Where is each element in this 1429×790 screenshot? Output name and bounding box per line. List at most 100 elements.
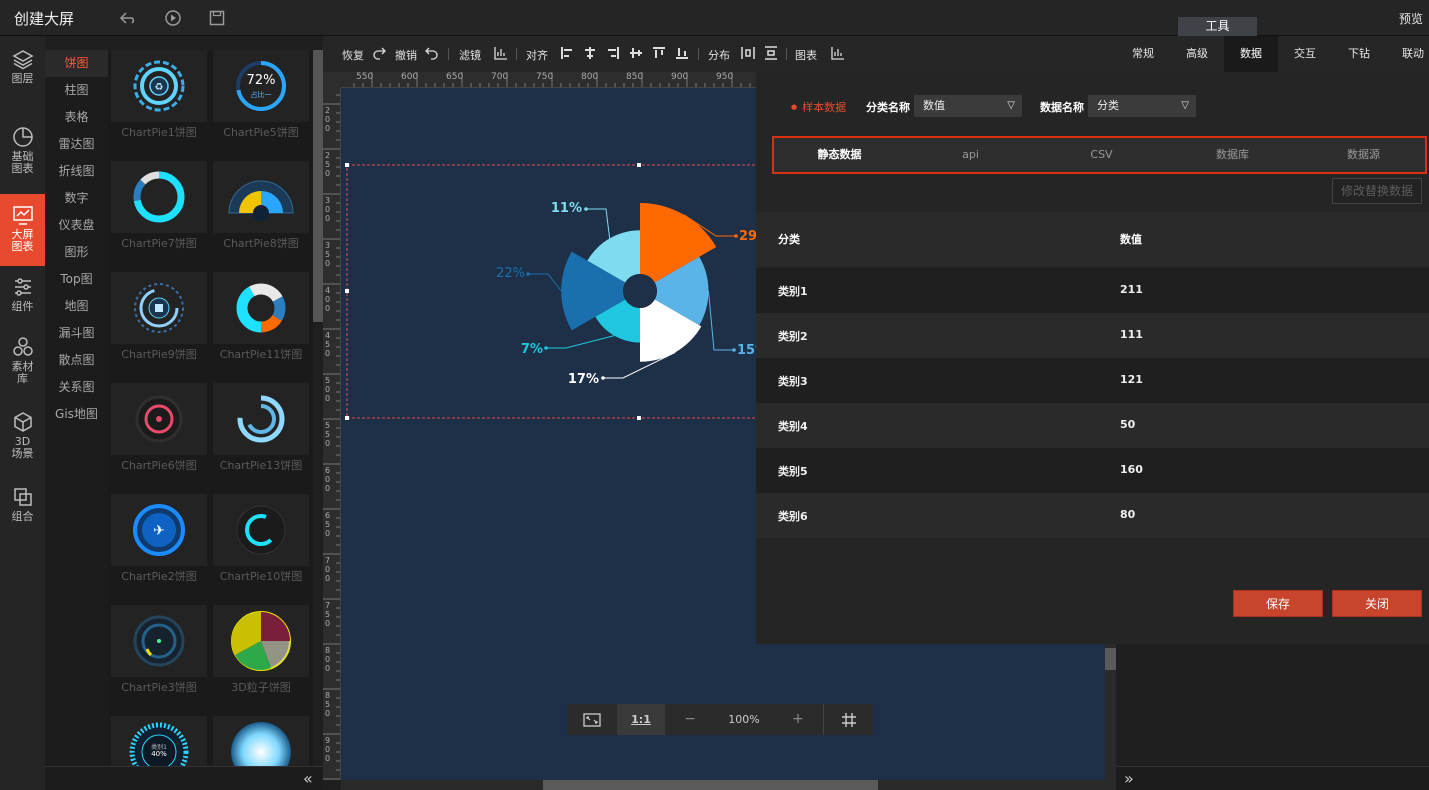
gallery-item[interactable]: ChartPie13饼图 [213,383,309,477]
row-value[interactable]: 160 [1120,463,1143,476]
align-button[interactable]: 对齐 [526,47,548,63]
filter-button[interactable]: 滤镜 [459,47,481,63]
row-value[interactable]: 50 [1120,418,1135,431]
gallery-scrollbar[interactable] [313,50,323,322]
tab-csv[interactable]: CSV [1036,138,1167,172]
chart-settings-icon[interactable] [831,46,845,60]
nav-layers[interactable]: 图层 [0,48,45,98]
nav-group[interactable]: 组合 [0,486,45,531]
back-icon[interactable] [118,8,138,28]
align-left-icon[interactable] [560,46,574,60]
category-name-select[interactable]: 数值 ▽ [914,95,1022,117]
category-gis-map[interactable]: Gis地图 [45,401,108,428]
gallery-item[interactable] [213,716,309,766]
category-shape[interactable]: 图形 [45,239,108,266]
gallery-item[interactable]: 72% 占比一 ChartPie5饼图 [213,50,309,144]
align-right-icon[interactable] [606,46,620,60]
undo-button[interactable]: 撤销 [395,47,417,63]
gallery-item[interactable]: ChartPie7饼图 [111,161,207,255]
nav-components[interactable]: 组件 [0,276,45,321]
selection-handle[interactable] [345,416,349,420]
gallery-item[interactable]: ChartPie8饼图 [213,161,309,255]
tab-datasource[interactable]: 数据源 [1298,138,1429,172]
chart-button[interactable]: 图表 [795,47,817,63]
category-map[interactable]: 地图 [45,293,108,320]
zoom-out-button[interactable]: − [665,704,715,735]
data-name-select[interactable]: 分类 ▽ [1088,95,1196,117]
distribute-v-icon[interactable] [764,46,778,60]
zoom-in-button[interactable]: + [773,704,823,735]
category-radar[interactable]: 雷达图 [45,131,108,158]
one-to-one-button[interactable]: 1:1 [617,704,665,735]
canvas-vertical-scrollbar-thumb[interactable] [1105,648,1116,670]
category-pie[interactable]: 饼图 [45,50,108,77]
table-row[interactable]: 类别5 160 [756,448,1429,493]
selection-handle[interactable] [345,163,349,167]
distribute-h-icon[interactable] [741,46,755,60]
gallery-item[interactable]: ChartPie6饼图 [111,383,207,477]
align-center-h-icon[interactable] [583,46,597,60]
gallery-item[interactable]: ChartPie11饼图 [213,272,309,366]
preview-button[interactable]: 预览 [1399,10,1423,27]
row-value[interactable]: 121 [1120,373,1143,386]
align-middle-icon[interactable] [629,46,643,60]
table-row[interactable]: 类别6 80 [756,493,1429,538]
gallery-item[interactable]: ChartPie10饼图 [213,494,309,588]
gallery-item[interactable]: ChartPie3饼图 [111,605,207,699]
table-row[interactable]: 类别4 50 [756,403,1429,448]
category-line[interactable]: 折线图 [45,158,108,185]
gallery-item[interactable]: 类别1 40% [111,716,207,766]
category-bar[interactable]: 柱图 [45,77,108,104]
tab-database[interactable]: 数据库 [1167,138,1298,172]
tab-drilldown[interactable]: 下钻 [1332,36,1386,72]
tab-data[interactable]: 数据 [1224,36,1278,72]
tab-interaction[interactable]: 交互 [1278,36,1332,72]
category-table[interactable]: 表格 [45,104,108,131]
align-bottom-icon[interactable] [675,46,689,60]
nav-3d-scene[interactable]: 3D场景 [0,411,45,471]
gallery-item[interactable]: ♻ ChartPie1饼图 [111,50,207,144]
row-value[interactable]: 111 [1120,328,1143,341]
category-scatter[interactable]: 散点图 [45,347,108,374]
selection-handle[interactable] [637,163,641,167]
fit-screen-button[interactable] [567,704,617,735]
category-number[interactable]: 数字 [45,185,108,212]
gallery-item[interactable]: ChartPie9饼图 [111,272,207,366]
restore-button[interactable]: 恢复 [342,47,364,63]
distribute-button[interactable]: 分布 [708,47,730,63]
collapse-right-icon[interactable]: » [1124,769,1134,788]
nav-basic-charts[interactable]: 基础图表 [0,126,45,186]
table-row[interactable]: 类别2 111 [756,313,1429,358]
close-button[interactable]: 关闭 [1332,590,1422,617]
table-row[interactable]: 类别1 211 [756,268,1429,313]
category-top[interactable]: Top图 [45,266,108,293]
category-relation[interactable]: 关系图 [45,374,108,401]
category-gauge[interactable]: 仪表盘 [45,212,108,239]
table-row[interactable]: 类别3 121 [756,358,1429,403]
redo-icon[interactable] [372,46,386,60]
gallery-item[interactable]: ✈ ChartPie2饼图 [111,494,207,588]
row-value[interactable]: 211 [1120,283,1143,296]
tab-general[interactable]: 常规 [1116,36,1170,72]
tab-api[interactable]: api [905,138,1036,172]
canvas-horizontal-scrollbar-thumb[interactable] [543,780,878,790]
nav-screen-charts[interactable]: 大屏图表 [0,194,45,266]
category-funnel[interactable]: 漏斗图 [45,320,108,347]
save-icon[interactable] [207,8,227,28]
collapse-left-icon[interactable]: « [303,769,313,788]
tab-static-data[interactable]: 静态数据 [774,138,905,172]
save-button[interactable]: 保存 [1233,590,1323,617]
grid-toggle-button[interactable] [823,704,873,735]
align-top-icon[interactable] [652,46,666,60]
sample-data-link[interactable]: 样本数据 [791,99,846,115]
undo-icon[interactable] [425,46,439,60]
modify-replace-data-button[interactable]: 修改替换数据 [1332,178,1422,204]
selection-handle[interactable] [345,289,349,293]
nav-materials[interactable]: 素材库 [0,336,45,396]
play-icon[interactable] [163,8,183,28]
tab-advanced[interactable]: 高级 [1170,36,1224,72]
tools-tab[interactable]: 工具 [1178,17,1257,36]
tab-linkage[interactable]: 联动 [1386,36,1429,72]
selection-handle[interactable] [637,416,641,420]
chart-bar-icon[interactable] [494,46,508,60]
